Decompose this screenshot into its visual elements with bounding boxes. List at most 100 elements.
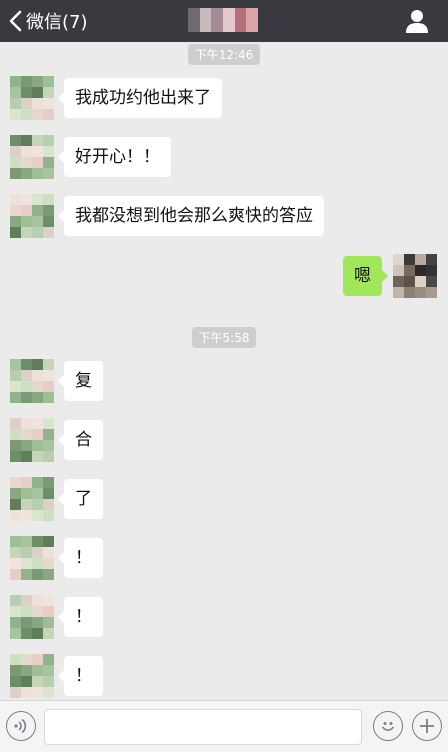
- contact-avatar[interactable]: [10, 536, 54, 580]
- mosaic-cell: [21, 216, 32, 227]
- message-bubble[interactable]: 复: [58, 361, 103, 401]
- mosaic-cell: [10, 205, 21, 216]
- person-icon[interactable]: [404, 8, 430, 34]
- mosaic-cell: [10, 194, 21, 205]
- avatar-mosaic: [10, 359, 54, 403]
- mosaic-cell: [21, 381, 32, 392]
- mosaic-cell: [10, 392, 21, 403]
- emoji-button[interactable]: [373, 711, 403, 741]
- message-bubble[interactable]: ！: [58, 538, 103, 578]
- back-button[interactable]: 微信(7): [8, 6, 88, 36]
- mosaic-cell: [32, 595, 43, 606]
- mosaic-cell: [43, 359, 54, 370]
- contact-avatar[interactable]: [10, 194, 54, 238]
- mosaic-cell: [32, 370, 43, 381]
- contact-avatar[interactable]: [10, 418, 54, 462]
- mosaic-cell: [21, 98, 32, 109]
- mosaic-cell: [43, 76, 54, 87]
- mosaic-cell: [32, 569, 43, 580]
- message-bubble[interactable]: ！: [58, 656, 103, 696]
- avatar-mosaic: [10, 135, 54, 179]
- mosaic-cell: [43, 98, 54, 109]
- mosaic-cell: [21, 569, 32, 580]
- mosaic-cell: [32, 146, 43, 157]
- mosaic-cell: [43, 87, 54, 98]
- mosaic-cell: [21, 205, 32, 216]
- contact-avatar[interactable]: [10, 477, 54, 521]
- mosaic-cell: [43, 370, 54, 381]
- contact-avatar[interactable]: [10, 595, 54, 639]
- message-row: 复: [0, 359, 448, 407]
- mosaic-cell: [32, 194, 43, 205]
- mosaic-cell: [32, 381, 43, 392]
- mosaic-cell: [32, 440, 43, 451]
- mosaic-cell: [32, 547, 43, 558]
- plus-icon: [420, 719, 434, 733]
- mosaic-cell: [32, 687, 43, 698]
- message-row: ！: [0, 536, 448, 584]
- voice-button[interactable]: [6, 711, 36, 741]
- mosaic-cell: [10, 547, 21, 558]
- mosaic-cell: [426, 265, 437, 276]
- mosaic-cell: [10, 381, 21, 392]
- mosaic-cell: [43, 194, 54, 205]
- mosaic-cell: [404, 287, 415, 298]
- message-bubble[interactable]: 我都没想到他会那么爽快的答应: [58, 196, 324, 236]
- mosaic-cell: [32, 510, 43, 521]
- message-input[interactable]: [44, 709, 362, 745]
- mosaic-cell: [426, 254, 437, 265]
- mosaic-cell: [32, 135, 43, 146]
- message-bubble[interactable]: 合: [58, 420, 103, 460]
- mosaic-cell: [10, 654, 21, 665]
- contact-avatar[interactable]: [10, 359, 54, 403]
- message-bubble-self[interactable]: 嗯: [343, 256, 388, 296]
- mosaic-cell: [393, 276, 404, 287]
- message-bubble[interactable]: ！: [58, 597, 103, 637]
- mosaic-cell: [43, 418, 54, 429]
- mosaic-cell: [43, 205, 54, 216]
- avatar-mosaic: [10, 536, 54, 580]
- mosaic-cell: [32, 536, 43, 547]
- mosaic-cell: [393, 287, 404, 298]
- mosaic-cell: [43, 687, 54, 698]
- mosaic-cell: [32, 76, 43, 87]
- avatar-mosaic: [10, 76, 54, 120]
- mosaic-cell: [32, 558, 43, 569]
- blur-block: [246, 8, 259, 32]
- mosaic-cell: [43, 146, 54, 157]
- mosaic-cell: [43, 109, 54, 120]
- message-bubble[interactable]: 我成功约他出来了: [58, 78, 222, 118]
- more-button[interactable]: [412, 711, 442, 741]
- mosaic-cell: [32, 205, 43, 216]
- mosaic-cell: [21, 676, 32, 687]
- message-bubble[interactable]: 了: [58, 479, 103, 519]
- mosaic-cell: [32, 617, 43, 628]
- mosaic-cell: [43, 392, 54, 403]
- self-avatar[interactable]: [393, 254, 437, 298]
- avatar-mosaic: [10, 194, 54, 238]
- mosaic-cell: [10, 76, 21, 87]
- message-row: 合: [0, 418, 448, 466]
- mosaic-cell: [415, 276, 426, 287]
- mosaic-cell: [21, 392, 32, 403]
- mosaic-cell: [21, 558, 32, 569]
- mosaic-cell: [32, 628, 43, 639]
- contact-avatar[interactable]: [10, 654, 54, 698]
- mosaic-cell: [404, 276, 415, 287]
- mosaic-cell: [21, 654, 32, 665]
- avatar-mosaic: [393, 254, 437, 298]
- chat-title-blurred: [188, 8, 259, 32]
- mosaic-cell: [21, 606, 32, 617]
- mosaic-cell: [10, 109, 21, 120]
- contact-avatar[interactable]: [10, 76, 54, 120]
- mosaic-cell: [43, 628, 54, 639]
- mosaic-cell: [43, 451, 54, 462]
- mosaic-cell: [32, 87, 43, 98]
- mosaic-cell: [10, 135, 21, 146]
- contact-avatar[interactable]: [10, 135, 54, 179]
- mosaic-cell: [21, 157, 32, 168]
- message-bubble[interactable]: 好开心！！: [58, 137, 171, 177]
- mosaic-cell: [21, 595, 32, 606]
- mosaic-cell: [21, 440, 32, 451]
- mosaic-cell: [32, 392, 43, 403]
